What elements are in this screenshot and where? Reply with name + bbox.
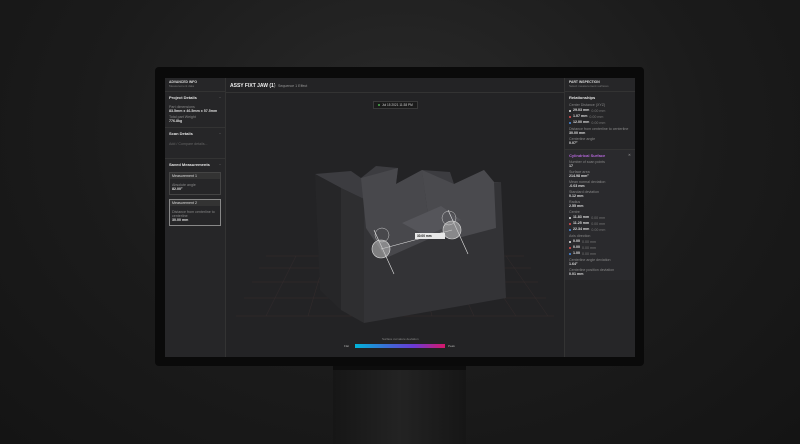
z-axis-swatch — [569, 121, 571, 124]
radius-value: 2.55 mm — [569, 204, 584, 208]
saved-measurements-title: Saved Measurements — [169, 162, 210, 167]
relationships-section: Relationships Center Distance (XYZ) 29.0… — [565, 92, 635, 150]
measurement-card-1[interactable]: Measurement 1 Absolute angle 82.00° — [169, 172, 221, 195]
c2c-value: 30.00 mm — [569, 131, 586, 135]
rel-row-x: 29.03 mm 0.00 mm — [569, 108, 631, 113]
std-deviation-value: 0.12 mm — [569, 194, 584, 198]
measurement-1-value: 82.00° — [172, 187, 183, 191]
scan-details-title: Scan Details — [169, 131, 193, 136]
cylindrical-surface-title: Cylindrical Surface — [569, 153, 606, 158]
measurement-2-label: Distance from centerline to centerline — [172, 210, 215, 218]
rel-row-z: 12.00 mm 0.00 mm — [569, 120, 631, 125]
left-panel: ADVANCED INFO Measurement data Project D… — [165, 78, 226, 357]
part-dimensions-value: 83.5mm x 46.5mm x 57.5mm — [169, 109, 218, 113]
scan-points-value: 17 — [569, 164, 573, 168]
centre-label: Centre — [569, 210, 580, 214]
project-details-title: Project Details — [169, 95, 197, 100]
app-screen: ADVANCED INFO Measurement data Project D… — [165, 78, 635, 357]
axis-row-y: 0.00 0.00 mm — [569, 245, 631, 250]
centerline-angle-value: 0.07° — [569, 141, 578, 145]
close-icon[interactable]: ✕ — [628, 153, 631, 158]
centre-row-y: 11.25 mm 0.00 mm — [569, 221, 631, 226]
y-axis-swatch — [569, 115, 571, 118]
monitor-stand-joint — [333, 366, 466, 370]
rel-row-y: 1.07 mm 0.00 mm — [569, 114, 631, 119]
colorbar-max: Peak — [448, 344, 455, 348]
centerline-position-dev-value: 0.01 mm — [569, 272, 584, 276]
right-header: PART INSPECTION Select measurement surfa… — [565, 78, 635, 92]
centre-row-x: 11.83 mm 0.00 mm — [569, 215, 631, 220]
x-axis-swatch — [569, 109, 571, 112]
scan-details-section: Scan Details – Add / Compare details... — [165, 128, 225, 159]
saved-measurements-section: Saved Measurements – Measurement 1 Absol… — [165, 159, 225, 233]
collapse-icon[interactable]: – — [219, 95, 221, 103]
project-details-section: Project Details – Part dimensions 83.5mm… — [165, 92, 225, 128]
axis-row-x: 0.00 0.00 mm — [569, 239, 631, 244]
colorbar-min: Flat — [344, 344, 350, 348]
axis-row-z: 1.00 0.00 mm — [569, 251, 631, 256]
scan-details-hint[interactable]: Add / Compare details... — [169, 139, 221, 149]
block-front-face — [341, 188, 364, 323]
colorbar — [355, 344, 445, 348]
right-panel: PART INSPECTION Select measurement surfa… — [564, 78, 635, 357]
monitor-stand — [333, 366, 466, 444]
centre-row-z: 22.34 mm 0.00 mm — [569, 227, 631, 232]
mean-deviation-value: -0.03 mm — [569, 184, 585, 188]
app-subtitle: Measurement data — [169, 84, 195, 88]
surface-area-value: 214.98 mm² — [569, 174, 589, 178]
left-header: ADVANCED INFO Measurement data — [165, 78, 225, 92]
part-weight-value: 776.8kg — [169, 119, 183, 123]
axis-direction-label: Axis direction — [569, 234, 591, 238]
centerline-angle-dev-value: 1.64° — [569, 262, 578, 266]
part-3d-view[interactable] — [226, 78, 564, 357]
colorbar-label: Surface curvature deviation — [382, 337, 419, 341]
viewport[interactable]: ASSY FIXT JAW (1) Sequence 1 Effect Jul … — [226, 78, 564, 357]
measurement-2-value: 30.00 mm — [172, 218, 189, 222]
collapse-icon[interactable]: – — [219, 131, 221, 139]
inspection-subtitle: Select measurement surfaces — [569, 84, 609, 88]
collapse-icon[interactable]: – — [219, 162, 221, 170]
relationships-title: Relationships — [569, 95, 596, 100]
measure-label-text: 30.00 mm — [417, 234, 432, 238]
center-distance-label: Center Distance (XYZ) — [569, 103, 606, 107]
left-hole-marker — [371, 239, 391, 259]
measurement-card-2[interactable]: Measurement 2 Distance from centerline t… — [169, 199, 221, 226]
right-hole-marker — [442, 220, 462, 240]
cylindrical-surface-section: Cylindrical Surface ✕ Number of scan poi… — [565, 150, 635, 280]
